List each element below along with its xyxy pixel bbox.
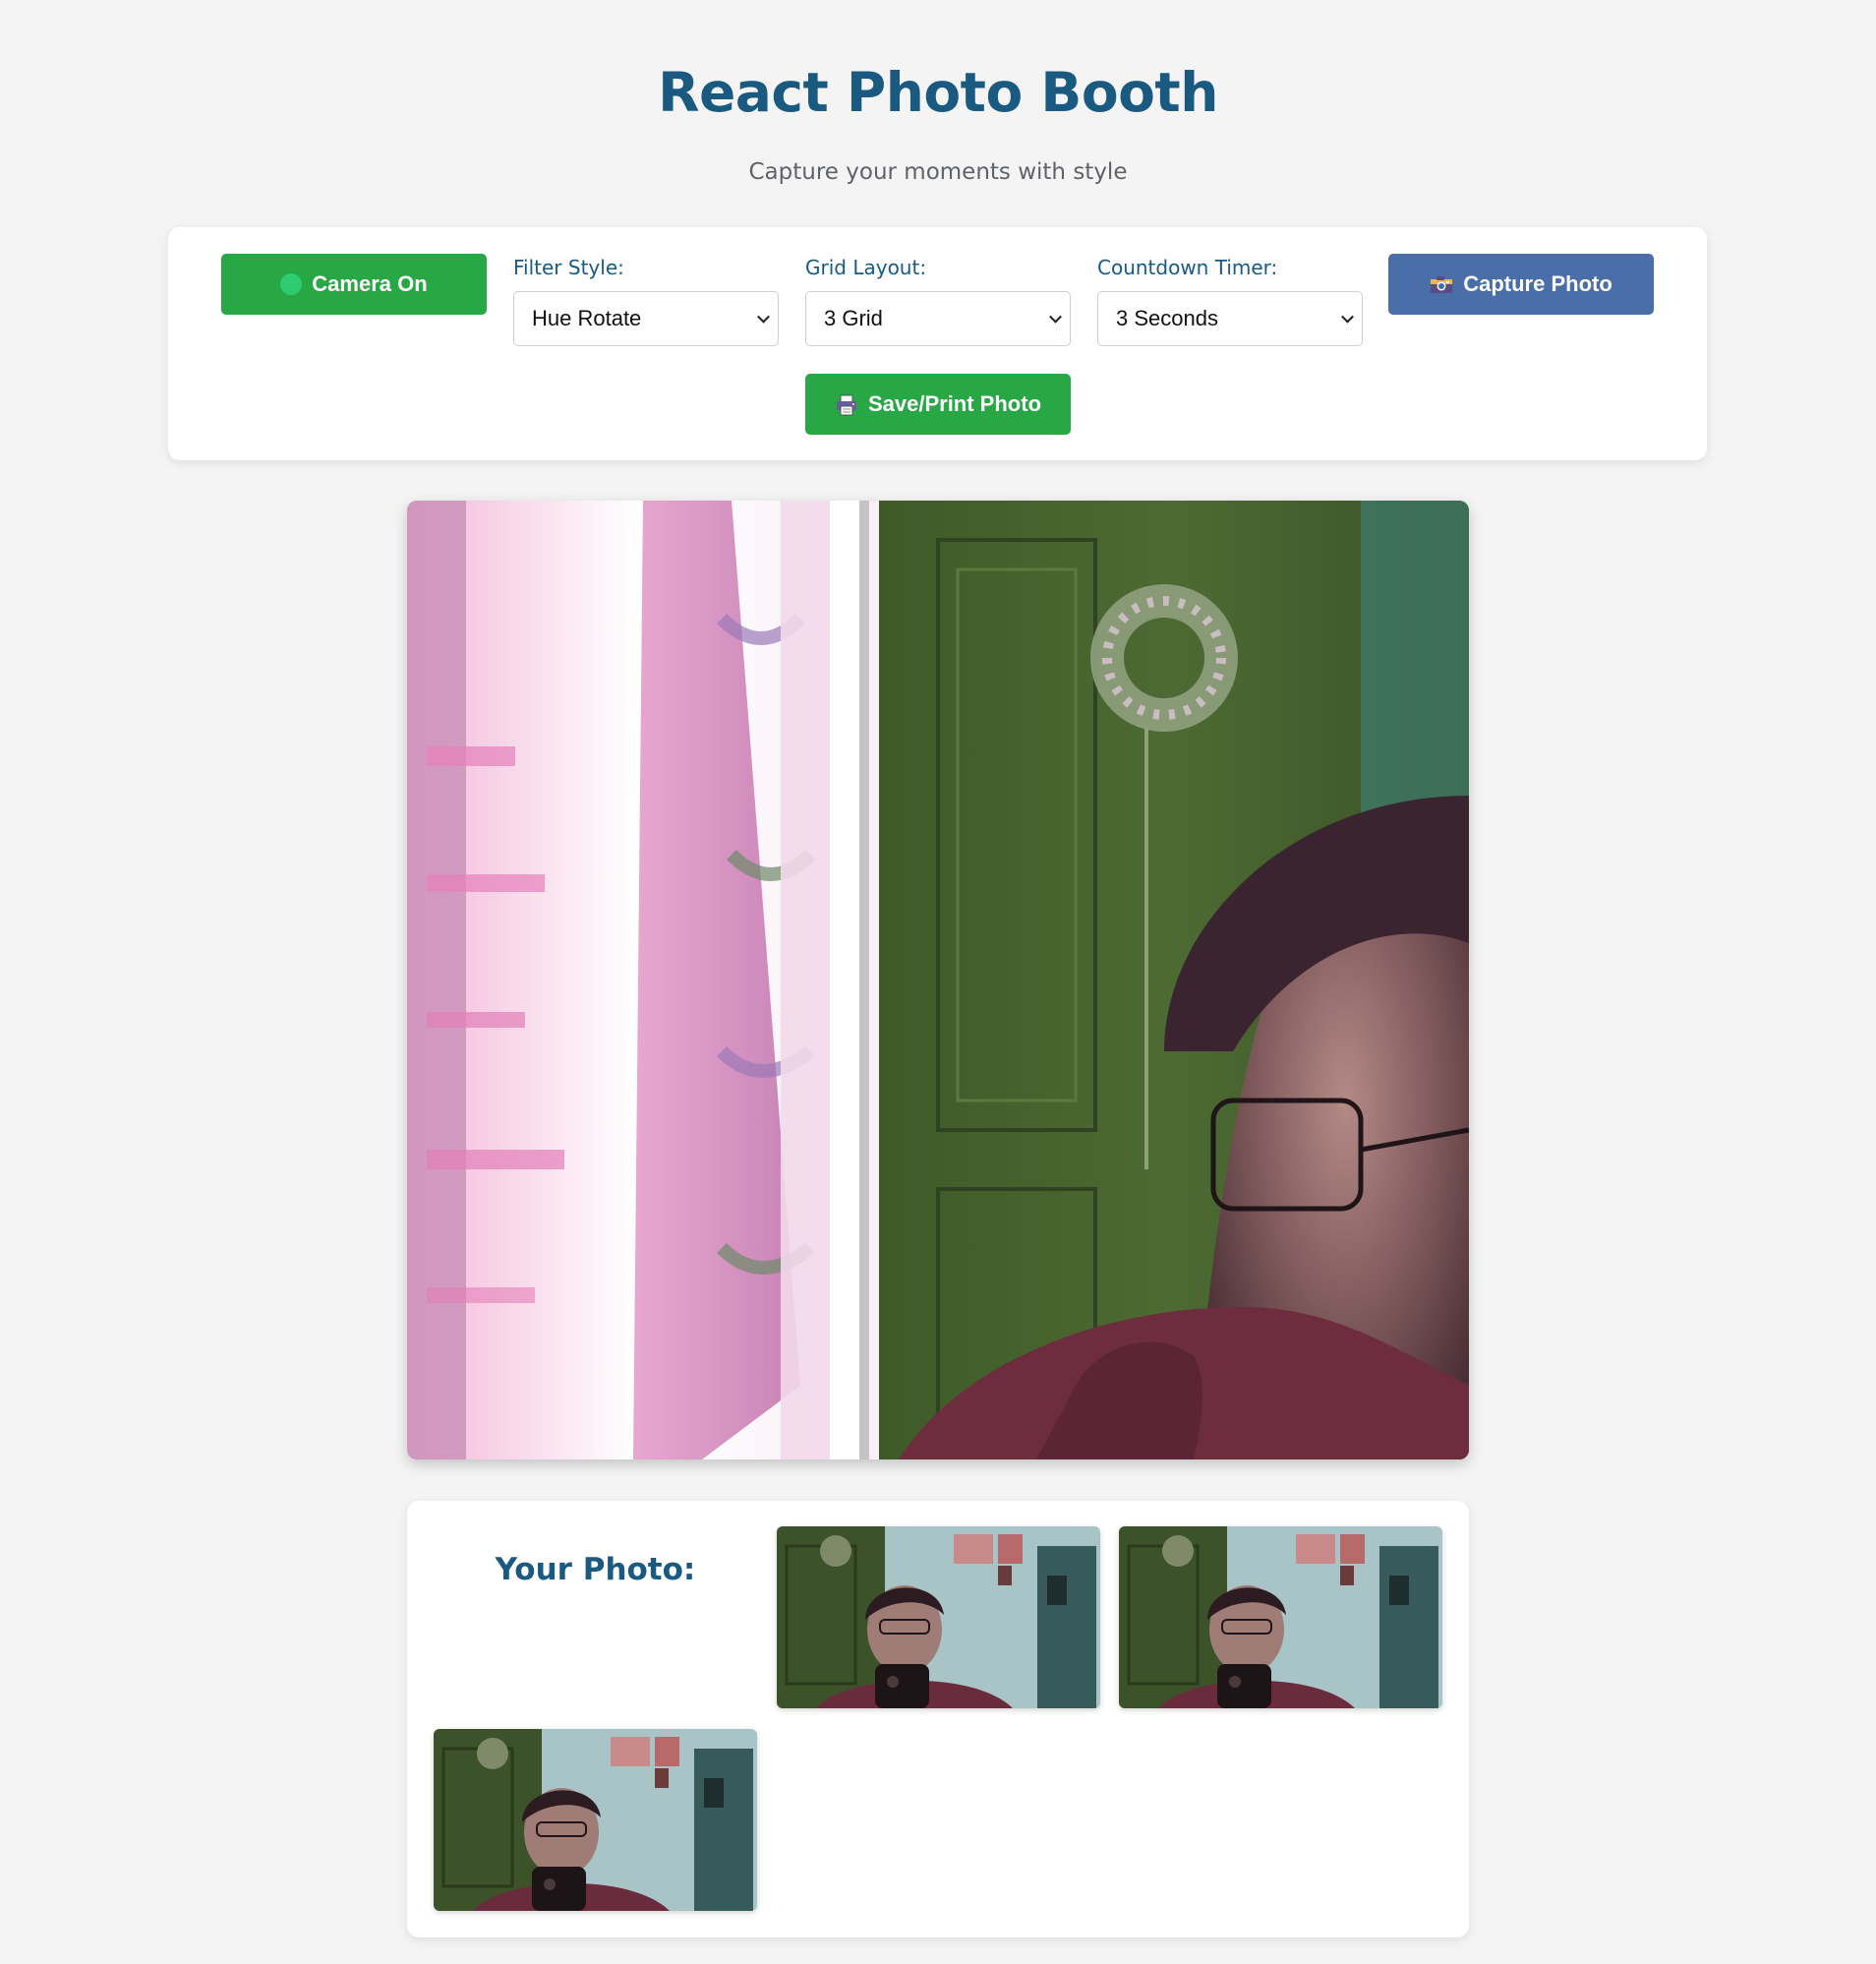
save-print-button[interactable]: Save/Print Photo — [805, 374, 1071, 435]
camera-preview — [407, 501, 1469, 1459]
capture-photo-button[interactable]: Capture Photo — [1388, 254, 1654, 315]
filter-style-label: Filter Style: — [513, 256, 624, 279]
captured-photos-panel: Your Photo: — [407, 1501, 1469, 1937]
filter-style-select[interactable]: Hue Rotate — [513, 291, 779, 346]
countdown-timer-value: 3 Seconds — [1116, 306, 1218, 330]
camera-toggle-button[interactable]: Camera On — [221, 254, 487, 315]
grid-layout-value: 3 Grid — [824, 306, 883, 330]
captured-photo[interactable] — [434, 1729, 757, 1911]
filter-style-value: Hue Rotate — [532, 306, 642, 330]
capture-photo-label: Capture Photo — [1463, 271, 1612, 296]
camera-icon — [1430, 274, 1453, 294]
controls-panel: Camera On Filter Style: Hue Rotate Grid … — [168, 227, 1707, 460]
countdown-timer-select[interactable]: 3 Seconds — [1097, 291, 1363, 346]
captured-photo[interactable] — [777, 1526, 1100, 1708]
countdown-timer-label: Countdown Timer: — [1097, 256, 1278, 279]
page-title: React Photo Booth — [658, 61, 1218, 124]
chevron-down-icon — [1049, 310, 1062, 324]
chevron-down-icon — [1341, 310, 1354, 324]
page-subtitle: Capture your moments with style — [748, 159, 1128, 185]
grid-layout-label: Grid Layout: — [805, 256, 927, 279]
captured-photo[interactable] — [1119, 1526, 1442, 1708]
status-dot-icon — [280, 273, 303, 295]
camera-toggle-label: Camera On — [312, 271, 428, 296]
grid-layout-select[interactable]: 3 Grid — [805, 291, 1071, 346]
photos-title: Your Photo: — [495, 1552, 696, 1587]
grid-layout-field: Grid Layout: 3 Grid — [805, 254, 1071, 346]
printer-icon — [835, 394, 858, 416]
save-print-label: Save/Print Photo — [867, 391, 1042, 416]
filter-style-field: Filter Style: Hue Rotate — [513, 254, 779, 346]
chevron-down-icon — [757, 310, 770, 324]
countdown-timer-field: Countdown Timer: 3 Seconds — [1097, 254, 1363, 346]
